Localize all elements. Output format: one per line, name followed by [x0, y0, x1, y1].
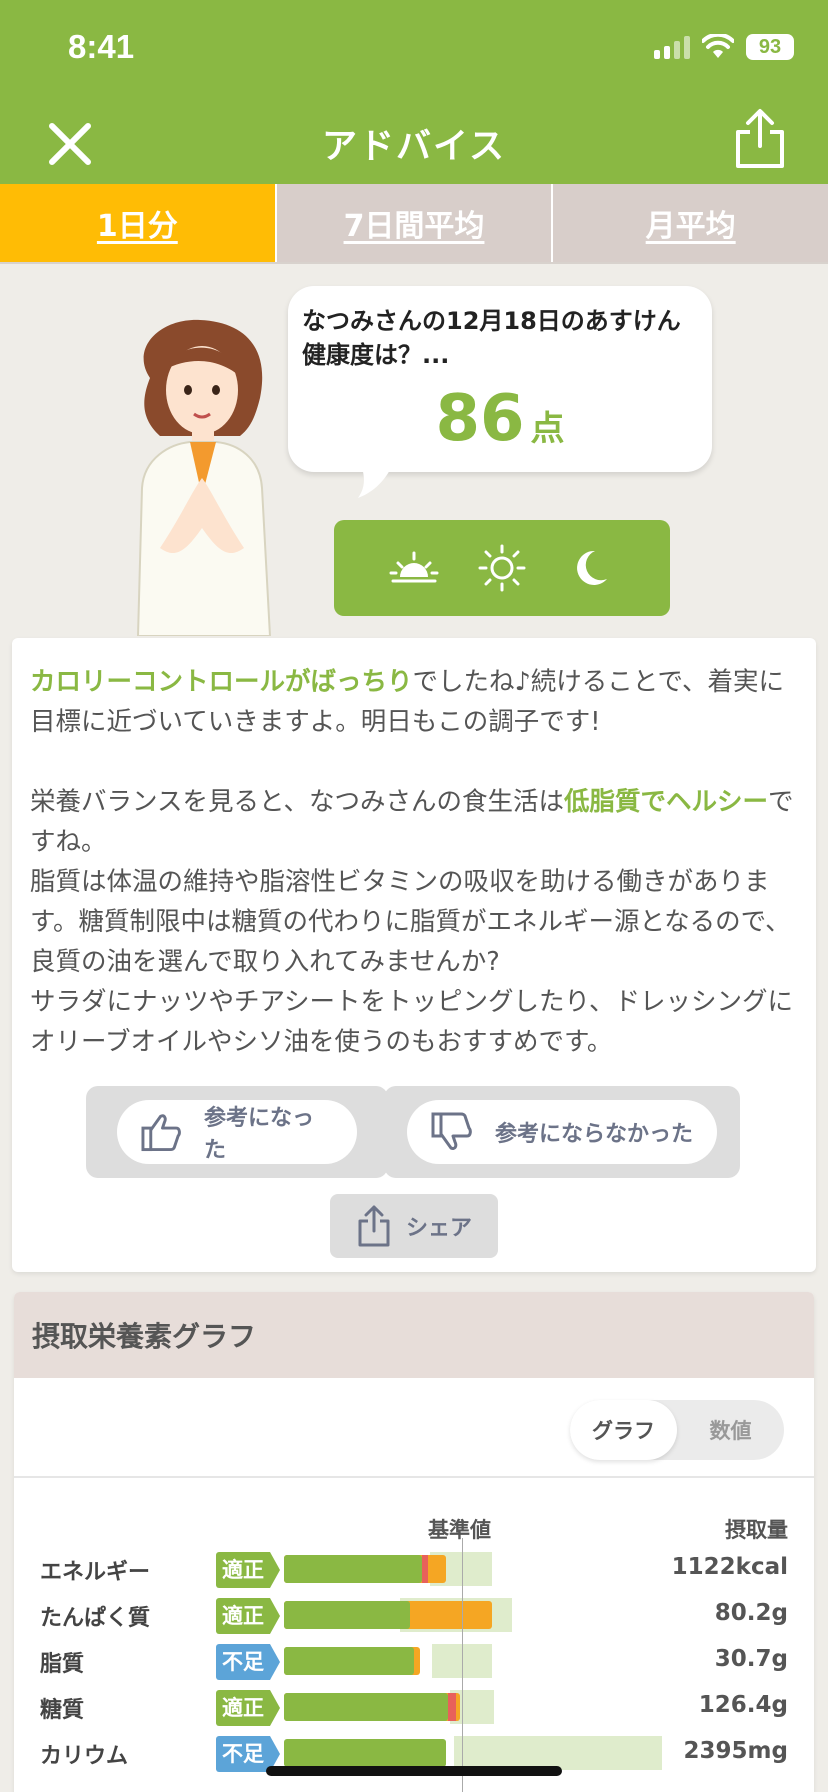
score-unit: 点	[530, 409, 565, 449]
sun-icon[interactable]	[477, 543, 527, 593]
score-value: 86	[435, 382, 525, 456]
advice-text-2: 栄養バランスを見ると、なつみさんの食生活は	[30, 787, 564, 817]
period-tabs: 1日分 7日間平均 月平均	[0, 184, 828, 264]
bubble-tail	[358, 462, 394, 498]
status-badge: 不足	[216, 1644, 280, 1680]
nutrient-graph-title: 摂取栄養素グラフ	[14, 1292, 814, 1378]
nutrient-name: たんぱく質	[40, 1606, 151, 1631]
advice-text-3: 脂質は体温の維持や脂溶性ビタミンの吸収を助ける働きがあります。糖質制限中は糖質の…	[30, 867, 791, 977]
tab-1day[interactable]: 1日分	[0, 184, 275, 262]
nutrient-bar	[284, 1598, 512, 1632]
nutrient-name: 脂質	[40, 1652, 85, 1677]
advice-text: カロリーコントロールがばっちりでしたね♪続けることで、着実に目標に近づいていきま…	[30, 662, 802, 1062]
advice-card: カロリーコントロールがばっちりでしたね♪続けることで、着実に目標に近づいていきま…	[12, 638, 816, 1272]
standard-line	[462, 1538, 463, 1792]
not-helpful-label: 参考にならなかった	[495, 1122, 694, 1147]
toggle-values[interactable]: 数値	[677, 1400, 784, 1460]
status-time: 8:41	[68, 28, 135, 65]
nutrient-bar	[284, 1552, 492, 1586]
nutrient-name: エネルギー	[40, 1560, 151, 1585]
share-icon	[358, 1205, 390, 1247]
health-score: 86 点	[302, 382, 698, 456]
wifi-icon	[702, 34, 734, 58]
moon-icon[interactable]	[565, 543, 615, 593]
nutrient-value: 30.7g	[714, 1646, 788, 1672]
nutrient-bar	[284, 1690, 494, 1724]
status-badge: 適正	[216, 1552, 280, 1588]
advisor-avatar	[136, 319, 272, 636]
nutrient-value: 126.4g	[698, 1692, 788, 1718]
not-helpful-button[interactable]: 参考にならなかった	[384, 1086, 740, 1178]
thumbs-down-icon	[431, 1112, 472, 1150]
helpful-button[interactable]: 参考になった	[86, 1086, 388, 1178]
meal-time-panel	[334, 520, 670, 616]
nutrient-bar	[284, 1644, 492, 1678]
nutrient-graph-card: 摂取栄養素グラフ グラフ 数値 基準値 摂取量 エネルギー 適正 1122kca…	[14, 1292, 814, 1792]
status-badge: 不足	[216, 1736, 280, 1772]
thumbs-up-icon	[141, 1114, 181, 1152]
advice-text-4: サラダにナッツやチアシートをトッピングしたり、ドレッシングにオリーブオイルやシソ…	[30, 987, 793, 1057]
score-bubble: なつみさんの12月18日のあすけん健康度は？... 86 点	[288, 286, 712, 472]
share-label: シェア	[405, 1216, 472, 1241]
graph-value-toggle: グラフ 数値	[570, 1400, 784, 1460]
home-indicator	[266, 1766, 562, 1776]
nutrient-value: 1122kcal	[671, 1554, 788, 1580]
tab-7day-average[interactable]: 7日間平均	[274, 184, 552, 262]
toggle-graph[interactable]: グラフ	[570, 1400, 677, 1460]
signal-icon	[654, 35, 690, 59]
share-icon[interactable]	[732, 108, 788, 170]
nutrient-value: 2395mg	[683, 1738, 788, 1764]
nutrient-value: 80.2g	[714, 1600, 788, 1626]
nutrient-name: カリウム	[40, 1744, 129, 1769]
tab-monthly-average[interactable]: 月平均	[551, 184, 828, 262]
helpful-label: 参考になった	[204, 1106, 315, 1163]
intake-column-header: 摂取量	[725, 1518, 788, 1542]
nutrient-name: 糖質	[40, 1698, 85, 1723]
sunrise-icon[interactable]	[389, 543, 439, 593]
nutrient-row-sugar: 糖質 適正 126.4g	[14, 1684, 814, 1730]
nutrient-row-energy: エネルギー 適正 1122kcal	[14, 1546, 814, 1592]
bubble-text: なつみさんの12月18日のあすけん健康度は？...	[302, 307, 681, 369]
divider	[14, 1476, 814, 1478]
share-button[interactable]: シェア	[330, 1194, 498, 1258]
page-title: アドバイス	[322, 127, 506, 167]
status-icons: 93	[654, 34, 794, 60]
status-badge: 適正	[216, 1598, 280, 1634]
status-badge: 適正	[216, 1690, 280, 1726]
battery-indicator: 93	[746, 34, 794, 60]
advice-highlight-1: カロリーコントロールがばっちり	[30, 667, 413, 697]
standard-column-header: 基準値	[428, 1518, 491, 1542]
nutrient-row-protein: たんぱく質 適正 80.2g	[14, 1592, 814, 1638]
advice-highlight-2: 低脂質でヘルシー	[563, 787, 768, 817]
nutrient-row-fat: 脂質 不足 30.7g	[14, 1638, 814, 1684]
